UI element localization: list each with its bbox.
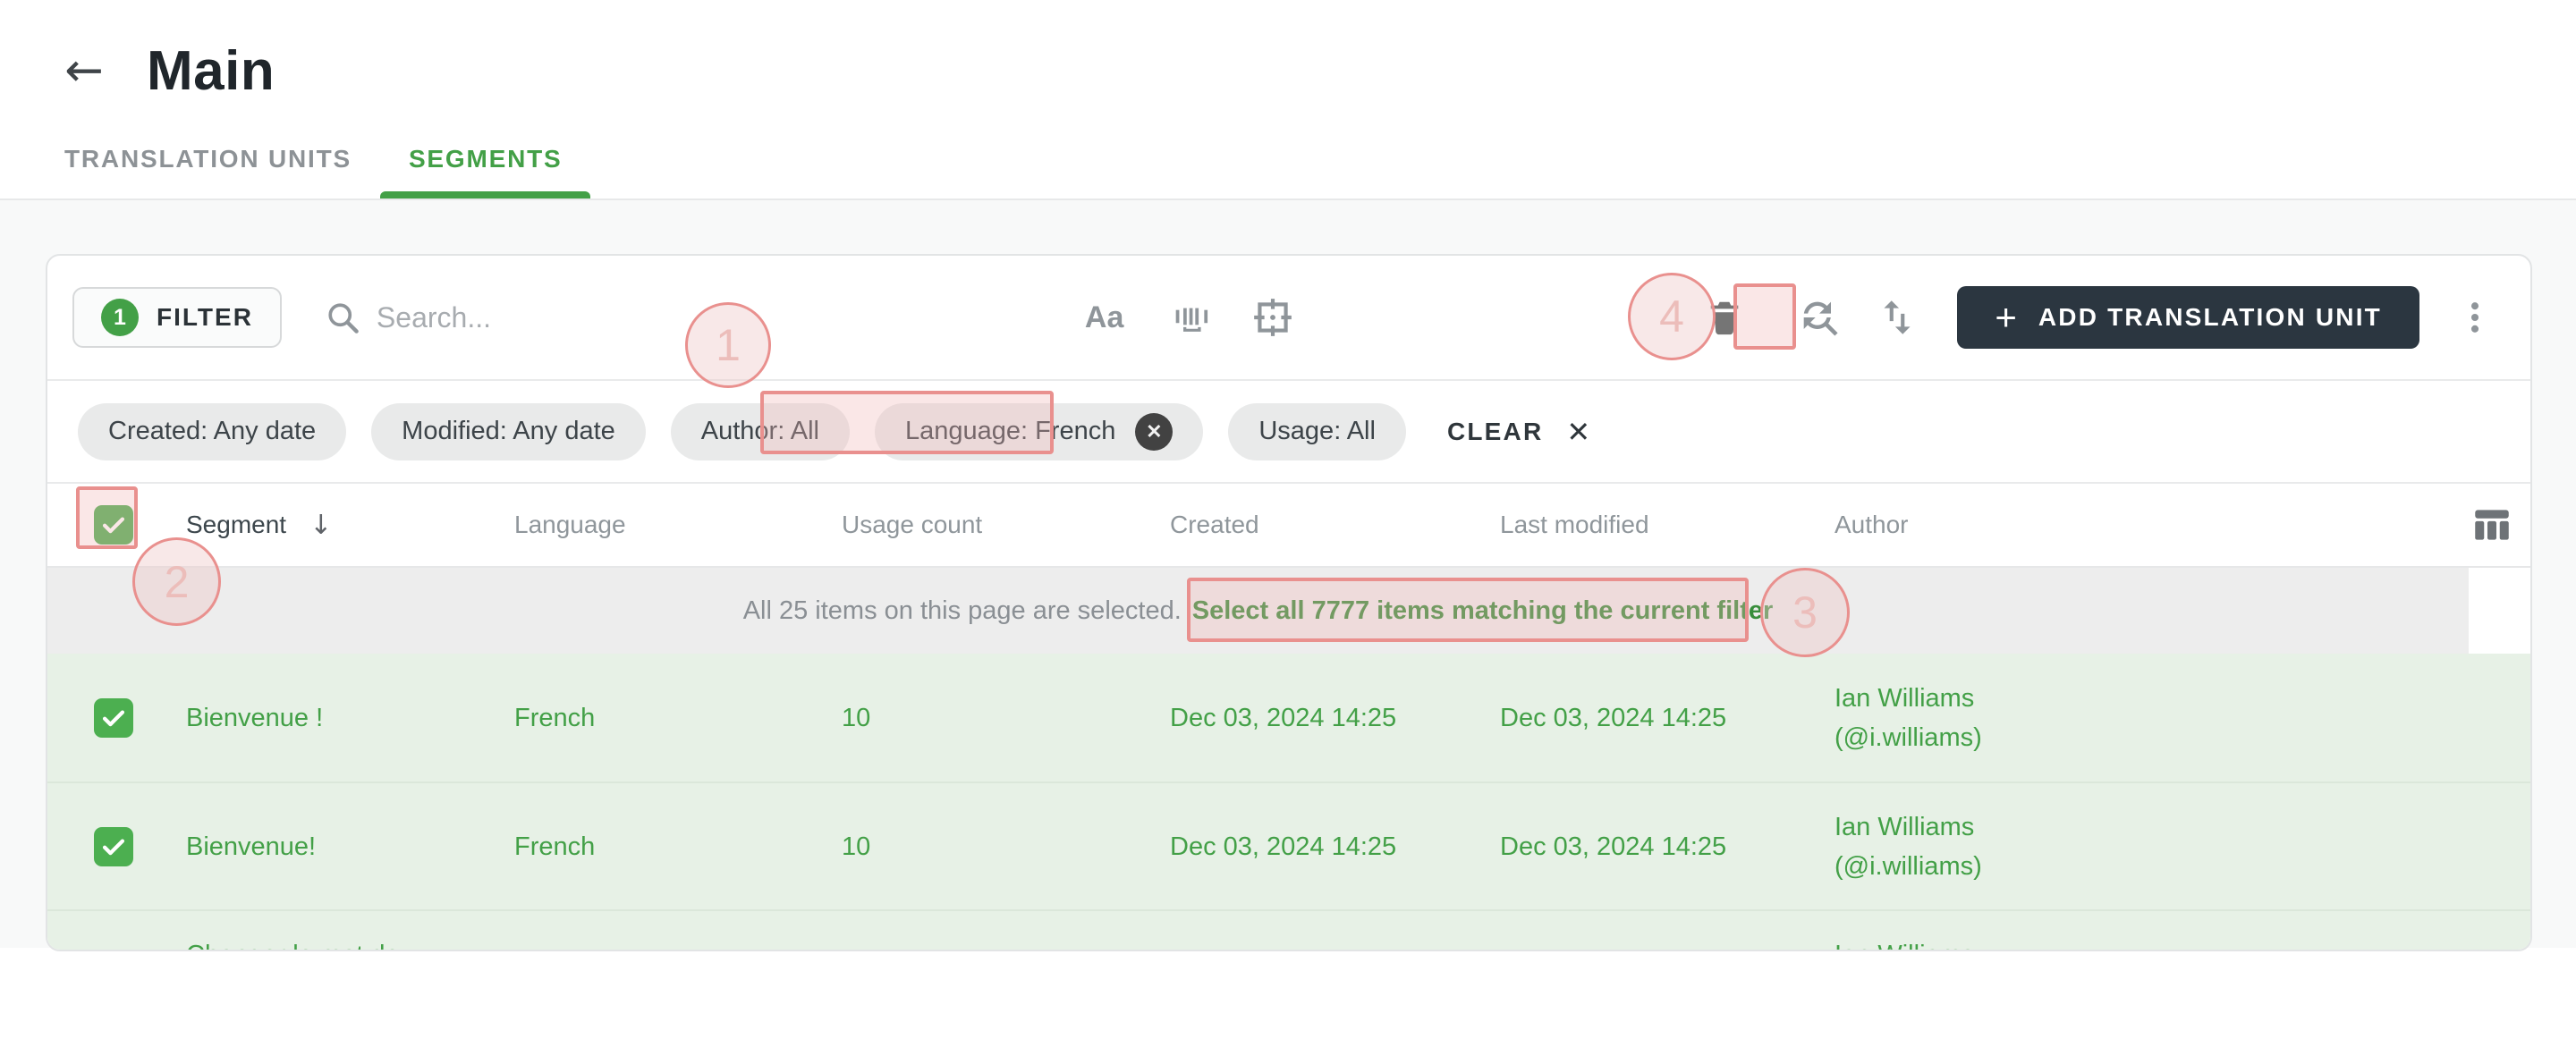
row-checkbox[interactable] <box>94 697 133 738</box>
tab-translation-units[interactable]: TRANSLATION UNITS <box>36 145 380 199</box>
segment-cell: Bienvenue! <box>186 832 317 861</box>
row-checkbox[interactable] <box>94 826 133 866</box>
chip-label: Created: Any date <box>108 417 317 445</box>
usage-count-cell: 10 <box>842 703 871 732</box>
column-settings-icon[interactable] <box>2470 503 2514 547</box>
back-arrow-icon[interactable]: ← <box>61 44 107 97</box>
segments-card: 1 FILTER Aa <box>46 254 2532 951</box>
author-handle: (@i.williams) <box>1835 851 1982 881</box>
active-tab-underline <box>379 191 591 199</box>
author-cell: Ian Williams (@i.williams) <box>1827 807 2453 886</box>
tab-label: SEGMENTS <box>408 145 563 173</box>
search-icon <box>323 298 362 337</box>
table-header-row: Segment ↓ Language Usage count Created L… <box>47 484 2530 568</box>
tab-segments[interactable]: SEGMENTS <box>379 145 591 199</box>
column-label: Segment <box>186 511 287 538</box>
author-cell: Ian Williams (@i.williams) <box>1827 679 2453 757</box>
page-header: ← Main <box>0 0 2576 106</box>
author-name: Ian Williams <box>1835 935 2453 950</box>
author-cell: Ian Williams (@i.williams) <box>1827 935 2453 950</box>
usage-count-cell: 10 <box>842 832 871 861</box>
add-button-label: ADD TRANSLATION UNIT <box>2038 303 2382 331</box>
find-replace-icon[interactable] <box>1796 294 1843 341</box>
column-header-last-modified[interactable]: Last modified <box>1487 511 1827 539</box>
selection-banner-row: All 25 items on this page are selected. … <box>47 568 2530 654</box>
table-row[interactable]: Bienvenue! French 10 Dec 03, 2024 14:25 … <box>47 781 2530 909</box>
filter-button[interactable]: 1 FILTER <box>72 287 282 348</box>
search-field <box>323 298 752 337</box>
selection-banner: All 25 items on this page are selected. … <box>47 568 2469 654</box>
select-all-matching-link[interactable]: Select all 7777 items matching the curre… <box>1192 596 1774 626</box>
last-modified-cell: Dec 03, 2024 14:25 <box>1500 832 1727 861</box>
chip-label: Author: All <box>700 417 819 445</box>
header-columns-cell <box>2453 503 2530 547</box>
delete-icon[interactable] <box>1698 297 1751 338</box>
select-all-checkbox[interactable] <box>94 505 133 545</box>
page: ← Main TRANSLATION UNITS SEGMENTS 1 FILT… <box>0 0 2576 1039</box>
chip-label: Modified: Any date <box>402 417 615 445</box>
author-name: Ian Williams <box>1835 812 1975 841</box>
content-area: 1 FILTER Aa <box>0 200 2576 951</box>
selection-banner-text: All 25 items on this page are selected. <box>742 596 1182 625</box>
author-name: Ian Williams <box>1835 683 1975 713</box>
chip-author[interactable]: Author: All <box>670 402 850 460</box>
filter-count-badge: 1 <box>101 299 139 336</box>
filter-chips-row: Created: Any date Modified: Any date Aut… <box>47 381 2530 482</box>
created-cell: Dec 03, 2024 14:25 <box>1170 703 1397 732</box>
tab-bar: TRANSLATION UNITS SEGMENTS <box>0 106 2576 199</box>
column-header-created[interactable]: Created <box>1157 511 1487 539</box>
table-row[interactable]: Changer le mot de passe French 10 Dec 03… <box>47 909 2530 950</box>
author-handle: (@i.williams) <box>1835 722 1982 752</box>
clear-label: CLEAR <box>1446 417 1544 445</box>
tab-label: TRANSLATION UNITS <box>64 145 352 173</box>
chip-modified[interactable]: Modified: Any date <box>371 402 646 460</box>
add-translation-unit-button[interactable]: + ADD TRANSLATION UNIT <box>1957 286 2419 349</box>
match-whole-word-icon[interactable] <box>1170 295 1215 340</box>
column-header-author[interactable]: Author <box>1827 511 2453 539</box>
chip-language[interactable]: Language: French ✕ <box>874 402 1204 460</box>
column-header-language[interactable]: Language <box>504 511 835 539</box>
row-checkbox-cell <box>47 697 164 738</box>
clear-x-icon: ✕ <box>1566 415 1591 448</box>
chip-label: Usage: All <box>1258 417 1376 445</box>
segment-cell: Changer le mot de passe <box>164 935 504 950</box>
page-title: Main <box>147 39 275 102</box>
segment-cell: Bienvenue ! <box>186 703 324 732</box>
search-input[interactable] <box>376 300 752 334</box>
plus-icon: + <box>1995 296 2017 338</box>
last-modified-cell: Dec 03, 2024 14:25 <box>1500 703 1727 732</box>
more-options-icon[interactable] <box>2455 298 2495 337</box>
chip-usage[interactable]: Usage: All <box>1228 402 1406 460</box>
match-case-icon[interactable]: Aa <box>1085 300 1123 335</box>
toolbar: 1 FILTER Aa <box>47 256 2530 379</box>
clear-filters-button[interactable]: CLEAR ✕ <box>1447 415 1590 449</box>
created-cell: Dec 03, 2024 14:25 <box>1170 832 1397 861</box>
column-header-segment[interactable]: Segment ↓ <box>164 510 504 541</box>
table-row[interactable]: Bienvenue ! French 10 Dec 03, 2024 14:25… <box>47 654 2530 781</box>
row-checkbox-cell <box>47 826 164 866</box>
language-cell: French <box>514 703 596 732</box>
filter-button-label: FILTER <box>157 303 253 331</box>
selection-frame-icon[interactable] <box>1250 295 1295 340</box>
header-checkbox-cell <box>47 505 164 545</box>
sort-order-icon[interactable] <box>1875 295 1919 340</box>
column-header-usage-count[interactable]: Usage count <box>835 511 1157 539</box>
chip-label: Language: French <box>904 417 1116 445</box>
language-cell: French <box>514 832 596 861</box>
remove-language-filter-icon[interactable]: ✕ <box>1135 412 1174 451</box>
sort-desc-icon: ↓ <box>309 509 333 541</box>
chip-created[interactable]: Created: Any date <box>78 402 347 460</box>
